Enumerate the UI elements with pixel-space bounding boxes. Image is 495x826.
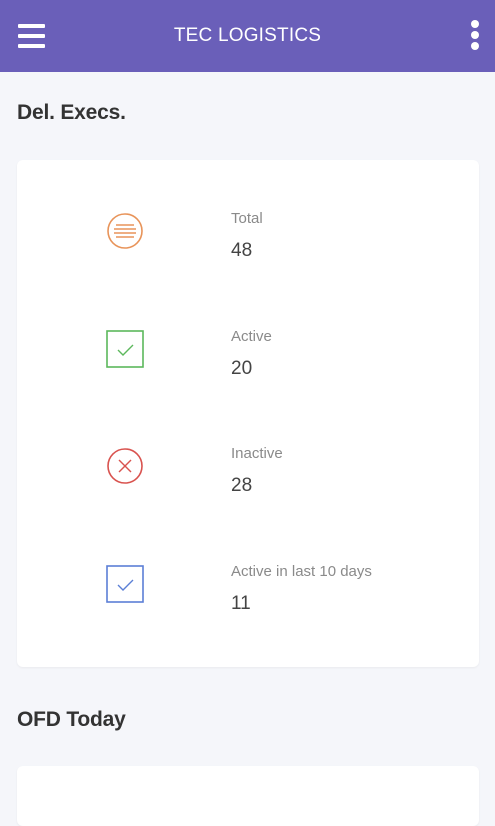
stat-inactive[interactable]: Inactive 28 xyxy=(17,445,479,525)
stat-value: 48 xyxy=(231,240,253,261)
stat-value: 11 xyxy=(231,593,251,614)
stat-label: Active in last 10 days xyxy=(231,563,372,580)
stat-total[interactable]: Total 48 xyxy=(17,210,479,290)
stat-value: 20 xyxy=(231,358,253,379)
section-title-del-execs: Del. Execs. xyxy=(17,101,126,124)
stat-label: Inactive xyxy=(231,445,283,462)
hamburger-menu-icon[interactable] xyxy=(18,24,46,48)
stat-active-last-10-days[interactable]: Active in last 10 days 11 xyxy=(17,563,479,643)
section-title-ofd-today: OFD Today xyxy=(17,708,126,731)
stat-label: Total xyxy=(231,210,263,227)
list-circle-icon xyxy=(106,212,144,250)
del-execs-card: Total 48 Active 20 Inactive 28 Active in… xyxy=(17,160,479,667)
stat-label: Active xyxy=(231,328,272,345)
app-title: TEC LOGISTICS xyxy=(173,25,322,46)
stat-active[interactable]: Active 20 xyxy=(17,328,479,408)
ofd-today-card xyxy=(17,766,479,826)
x-circle-icon xyxy=(106,447,144,485)
app-bar: TEC LOGISTICS xyxy=(0,0,495,72)
check-square-icon xyxy=(106,565,144,603)
stat-value: 28 xyxy=(231,475,253,496)
more-vertical-icon[interactable] xyxy=(469,20,481,50)
check-square-icon xyxy=(106,330,144,368)
